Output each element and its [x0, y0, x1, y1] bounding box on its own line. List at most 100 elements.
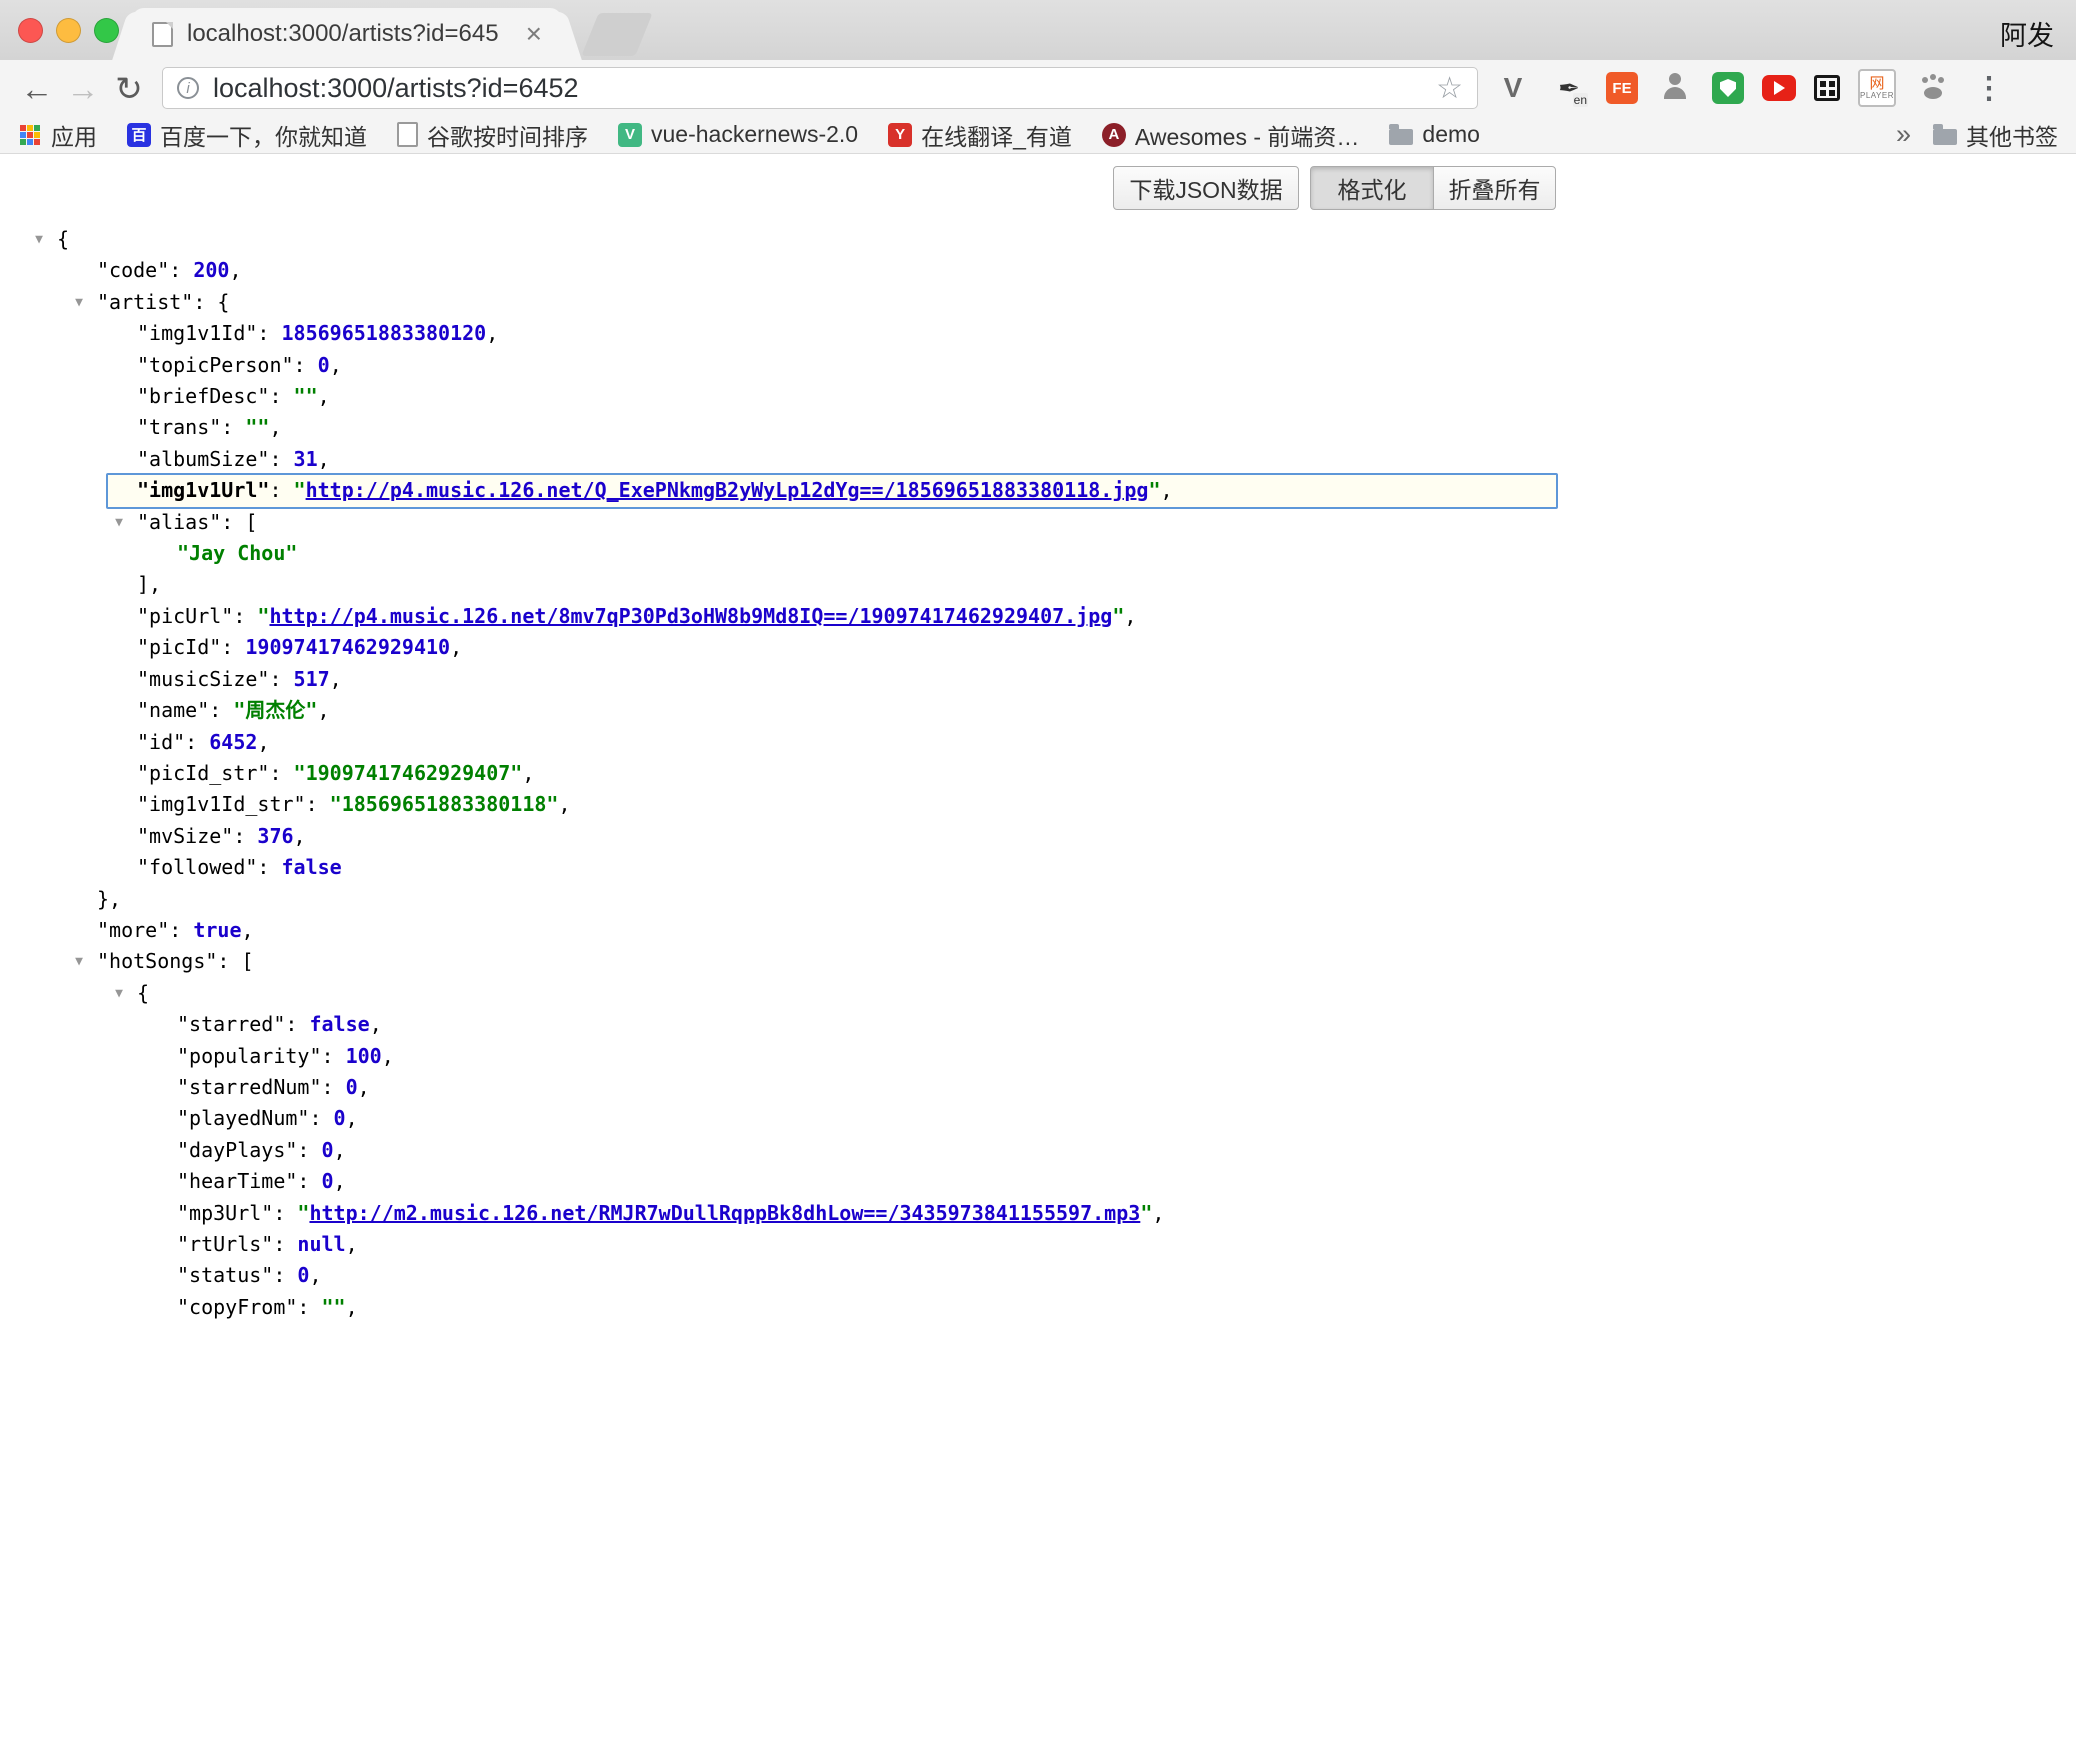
fullscreen-window-button[interactable]	[94, 18, 119, 43]
new-tab-button[interactable]	[581, 13, 652, 56]
bookmark-demo-folder[interactable]: demo	[1389, 121, 1480, 148]
browser-menu-button[interactable]: ⋮	[1970, 69, 2008, 107]
json-token: :	[285, 1012, 309, 1036]
json-token: :	[221, 415, 245, 439]
json-token: : [	[221, 510, 257, 534]
json-token: :	[185, 730, 209, 754]
json-line: "picId": 19097417462929410,	[0, 632, 2076, 663]
other-bookmarks-folder[interactable]: 其他书签	[1933, 118, 2058, 152]
json-token: :	[297, 1295, 321, 1319]
page-info-icon[interactable]: i	[177, 77, 199, 99]
json-token: 18569651883380120	[282, 321, 487, 345]
json-token: "more"	[97, 918, 169, 942]
collapse-all-button[interactable]: 折叠所有	[1433, 166, 1556, 210]
json-token: ,	[370, 1012, 382, 1036]
format-button[interactable]: 格式化	[1310, 166, 1434, 210]
json-token: {	[137, 981, 149, 1005]
reload-button[interactable]: ↻	[106, 72, 152, 105]
json-token: ,	[318, 447, 330, 471]
translate-pen-extension-icon[interactable]: ✒ en	[1550, 69, 1588, 107]
active-tab[interactable]: localhost:3000/artists?id=645 ×	[132, 8, 562, 60]
json-line: "starredNum": 0,	[0, 1072, 2076, 1103]
youtube-extension-icon[interactable]	[1762, 75, 1796, 101]
json-token: 0	[322, 1138, 334, 1162]
address-bar[interactable]: i localhost:3000/artists?id=6452 ☆	[162, 67, 1478, 109]
json-token: :	[322, 1044, 346, 1068]
url-text[interactable]: localhost:3000/artists?id=6452	[213, 73, 1436, 104]
json-token: "picUrl"	[137, 604, 233, 628]
json-token: "topicPerson"	[137, 353, 294, 377]
bookmark-baidu[interactable]: 百 百度一下，你就知道	[127, 118, 367, 152]
close-window-button[interactable]	[18, 18, 43, 43]
json-token: :	[297, 1169, 321, 1193]
qr-extension-icon[interactable]	[1814, 75, 1840, 101]
collapse-toggle-icon[interactable]: ▼	[28, 224, 50, 255]
back-button[interactable]: ←	[14, 72, 60, 105]
vue-icon: V	[618, 123, 642, 147]
json-token: "followed"	[137, 855, 257, 879]
json-token: :	[273, 1263, 297, 1287]
collapse-toggle-icon[interactable]: ▼	[68, 287, 90, 318]
json-token: {	[57, 227, 69, 251]
json-token: ,	[558, 792, 570, 816]
json-token: ,	[522, 761, 534, 785]
bookmark-awesomes[interactable]: A Awesomes - 前端资…	[1102, 118, 1360, 152]
json-line: ],	[0, 569, 2076, 600]
profile-name[interactable]: 阿发	[2000, 14, 2054, 53]
json-token: 0	[297, 1263, 309, 1287]
forward-button[interactable]: →	[60, 72, 106, 105]
collapse-toggle-icon[interactable]: ▼	[108, 507, 130, 538]
bookmark-label: vue-hackernews-2.0	[651, 121, 858, 148]
bookmark-youdao-translate[interactable]: Y 在线翻译_有道	[888, 118, 1072, 152]
json-token: ,	[346, 1106, 358, 1130]
json-token: 517	[294, 667, 330, 691]
en-badge: en	[1573, 93, 1588, 107]
fe-extension-icon[interactable]: FE	[1606, 72, 1638, 104]
tab-title: localhost:3000/artists?id=645	[187, 20, 516, 48]
green-shield-extension-icon[interactable]	[1712, 72, 1744, 104]
bookmark-star-icon[interactable]: ☆	[1436, 71, 1463, 106]
json-token: "starred"	[177, 1012, 285, 1036]
collapse-toggle-icon[interactable]: ▼	[68, 946, 90, 977]
json-token: :	[269, 384, 293, 408]
json-line: "code": 200,	[0, 255, 2076, 286]
tab-favicon-document-icon	[152, 22, 173, 47]
json-token: ,	[1124, 604, 1136, 628]
json-token: ,	[334, 1169, 346, 1193]
three-dots-icon: ⋮	[1974, 71, 2004, 106]
json-line: ▼"alias": [	[0, 507, 2076, 538]
json-line: "starred": false,	[0, 1009, 2076, 1040]
json-token: :	[257, 321, 281, 345]
person-extension-icon[interactable]	[1656, 69, 1694, 107]
minimize-window-button[interactable]	[56, 18, 81, 43]
json-line: "mvSize": 376,	[0, 821, 2076, 852]
bookmarks-overflow-icon[interactable]: »	[1896, 119, 1911, 150]
json-token: :	[322, 1075, 346, 1099]
shield-shape	[1720, 79, 1736, 97]
json-url-link[interactable]: http://p4.music.126.net/8mv7qP30Pd3oHW8b…	[269, 604, 1112, 628]
download-json-button[interactable]: 下载JSON数据	[1113, 166, 1299, 210]
paw-extension-icon[interactable]	[1914, 69, 1952, 107]
json-token: true	[193, 918, 241, 942]
json-token: :	[257, 855, 281, 879]
bookmark-vue-hackernews[interactable]: V vue-hackernews-2.0	[618, 121, 858, 148]
json-url-link[interactable]: http://m2.music.126.net/RMJR7wDullRqppBk…	[309, 1201, 1140, 1225]
v-extension-icon[interactable]: V	[1494, 69, 1532, 107]
json-url-link[interactable]: http://p4.music.126.net/Q_ExePNkmgB2yWyL…	[306, 478, 1149, 502]
page-content: 下载JSON数据 格式化 折叠所有 ▼{"code": 200,▼"artist…	[0, 154, 2076, 1323]
collapse-toggle-icon[interactable]: ▼	[108, 978, 130, 1009]
json-token: "picId"	[137, 635, 221, 659]
music-player-extension-icon[interactable]: 网 PLAYER	[1858, 69, 1896, 107]
json-token: 100	[346, 1044, 382, 1068]
json-line: "followed": false	[0, 852, 2076, 883]
json-token: ,	[450, 635, 462, 659]
json-token: 0	[334, 1106, 346, 1130]
json-token: ""	[245, 415, 269, 439]
json-line: "musicSize": 517,	[0, 664, 2076, 695]
json-token: ,	[1161, 478, 1173, 502]
json-token: "周杰伦"	[233, 698, 317, 722]
bookmark-apps[interactable]: 应用	[18, 118, 97, 152]
bookmark-google-sort[interactable]: 谷歌按时间排序	[397, 118, 588, 152]
json-token: 376	[257, 824, 293, 848]
tab-close-icon[interactable]: ×	[526, 20, 542, 48]
